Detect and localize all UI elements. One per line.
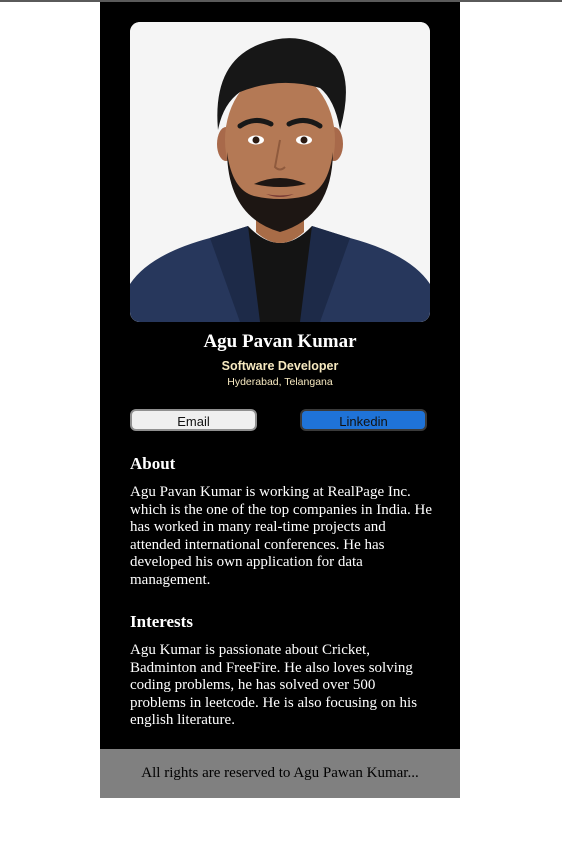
linkedin-button[interactable]: Linkedin (300, 409, 427, 431)
profile-role: Software Developer (221, 359, 339, 373)
profile-name: Agu Pavan Kumar (203, 331, 357, 352)
profile-photo (130, 22, 430, 322)
about-heading: About (130, 454, 176, 473)
footer-text: All rights are reserved to Agu Pawan Kum… (141, 765, 419, 781)
footer: All rights are reserved to Agu Pawan Kum… (100, 749, 460, 798)
about-text: Agu Pavan Kumar is working at RealPage I… (130, 484, 433, 588)
profile-card: Agu Pavan Kumar Software Developer Hyder… (100, 2, 460, 749)
interests-heading: Interests (130, 612, 193, 631)
profile-photo-illustration (130, 22, 430, 322)
email-button[interactable]: Email (130, 409, 257, 431)
profile-location: Hyderabad, Telangana (227, 376, 333, 388)
interests-text: Agu Kumar is passionate about Cricket, B… (130, 642, 418, 729)
